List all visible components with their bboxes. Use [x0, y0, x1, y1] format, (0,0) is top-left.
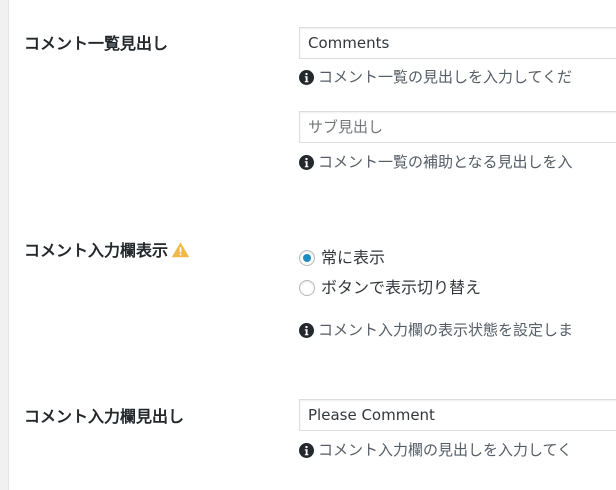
- comment-list-heading-description: コメント一覧の見出しを入力してくだ: [299, 67, 572, 87]
- radio-label[interactable]: ボタンで表示切り替え: [321, 278, 481, 298]
- info-icon: [299, 69, 314, 85]
- comment-form-display-label: コメント入力欄表示: [24, 241, 189, 261]
- comment-form-display-label-text: コメント入力欄表示: [24, 241, 169, 260]
- description-text: コメント入力欄の表示状態を設定しま: [318, 321, 574, 339]
- comment-list-heading-label: コメント一覧見出し: [24, 34, 169, 53]
- info-icon: [299, 322, 314, 338]
- admin-sidebar-edge: [0, 0, 9, 490]
- info-icon: [299, 442, 314, 458]
- info-icon: [299, 154, 314, 170]
- description-text: コメント一覧の見出しを入力してくだ: [318, 68, 573, 86]
- radio-button-checked[interactable]: [299, 250, 315, 266]
- radio-label[interactable]: 常に表示: [321, 248, 385, 268]
- description-text: コメント入力欄の見出しを入力してく: [318, 441, 573, 459]
- sub-heading-input[interactable]: [299, 111, 616, 143]
- radio-option-always-show[interactable]: 常に表示: [299, 248, 385, 268]
- radio-option-toggle-button[interactable]: ボタンで表示切り替え: [299, 278, 481, 298]
- comment-form-heading-label: コメント入力欄見出し: [24, 407, 185, 426]
- description-text: コメント一覧の補助となる見出しを入: [318, 153, 573, 171]
- comment-form-heading-description: コメント入力欄の見出しを入力してく: [299, 440, 572, 460]
- comment-form-heading-input[interactable]: [299, 399, 616, 431]
- radio-button[interactable]: [299, 280, 315, 296]
- comment-form-display-description: コメント入力欄の表示状態を設定しま: [299, 320, 573, 340]
- sub-heading-description: コメント一覧の補助となる見出しを入: [299, 152, 573, 172]
- comment-list-heading-input[interactable]: [299, 27, 616, 59]
- warning-icon: [172, 242, 189, 258]
